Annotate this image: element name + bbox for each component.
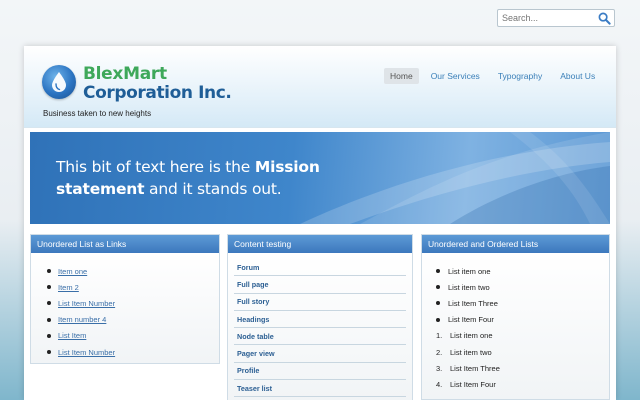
content-link-teaser-list[interactable]: Teaser list	[234, 380, 406, 398]
brand-name-line2[interactable]: Corporation Inc.	[83, 83, 232, 103]
nav-our-services[interactable]: Our Services	[425, 68, 486, 84]
item-text: List Item Four	[448, 315, 494, 325]
content-link-full-page[interactable]: Full page	[234, 276, 406, 294]
list-link[interactable]: List Item Number	[58, 299, 115, 308]
main-nav: Home Our Services Typography About Us	[384, 68, 601, 84]
unordered-links-box: Unordered List as Links Item one Item 2 …	[30, 234, 220, 364]
mixed-list: List item one List item two List Item Th…	[422, 253, 609, 393]
link-list: Item one Item 2 List Item Number Item nu…	[31, 253, 219, 360]
nav-typography[interactable]: Typography	[492, 68, 548, 84]
unordered-item: List Item Three	[436, 295, 609, 311]
content-link-pager-view[interactable]: Pager view	[234, 345, 406, 363]
ordered-item: 1. List item one	[436, 328, 609, 344]
list-link[interactable]: List Item	[58, 331, 86, 340]
list-item: List Item Number	[47, 295, 219, 311]
item-text: List item two	[450, 347, 492, 357]
bullet	[47, 350, 51, 355]
item-number: 3.	[436, 363, 443, 373]
bullet	[47, 269, 51, 274]
box-body: List item one List item two List Item Th…	[422, 253, 609, 399]
unordered-item: List item one	[436, 263, 609, 279]
unordered-ordered-lists-box: Unordered and Ordered Lists List item on…	[421, 234, 610, 400]
mission-text-start: This bit of text here is the	[56, 158, 255, 176]
box-title: Unordered List as Links	[31, 235, 219, 253]
content-testing-box: Content testing Forum Full page Full sto…	[227, 234, 413, 400]
tagline: Business taken to new heights	[43, 109, 152, 118]
page-container: BlexMart Corporation Inc. Business taken…	[24, 46, 616, 400]
item-text: List Item Three	[448, 298, 498, 308]
list-link[interactable]: List Item Number	[58, 348, 115, 357]
item-text: List item two	[448, 282, 490, 292]
bullet	[436, 269, 440, 274]
box-body: Item one Item 2 List Item Number Item nu…	[31, 253, 219, 363]
item-text: List Item Three	[450, 363, 500, 373]
list-link[interactable]: Item number 4	[58, 315, 106, 324]
content-link-full-story[interactable]: Full story	[234, 294, 406, 311]
site-header: BlexMart Corporation Inc. Business taken…	[24, 46, 616, 128]
item-text: List Item Four	[450, 379, 496, 389]
ordered-item: 4. List Item Four	[436, 376, 609, 392]
search-input[interactable]	[498, 10, 594, 26]
nav-about-us[interactable]: About Us	[554, 68, 601, 84]
list-link[interactable]: Item 2	[58, 283, 79, 292]
bullet	[436, 301, 440, 306]
content-link-forum[interactable]: Forum	[234, 259, 406, 277]
nav-home[interactable]: Home	[384, 68, 419, 84]
bullet	[47, 317, 51, 322]
brand-name-line1[interactable]: BlexMart	[83, 64, 167, 84]
box-title: Content testing	[228, 235, 412, 253]
box-title: Unordered and Ordered Lists	[422, 235, 609, 253]
list-item: List Item	[47, 328, 219, 344]
item-number: 4.	[436, 379, 443, 389]
item-text: List item one	[448, 266, 491, 276]
list-item: List Item Number	[47, 344, 219, 360]
list-item: Item number 4	[47, 312, 219, 328]
mission-statement: This bit of text here is the Mission sta…	[56, 156, 356, 200]
ordered-item: 2. List item two	[436, 344, 609, 360]
magnifier-icon[interactable]	[598, 12, 611, 25]
water-drop-icon[interactable]	[42, 65, 76, 99]
bullet	[436, 285, 440, 290]
mission-text-end: and it stands out.	[144, 180, 282, 198]
list-item: Item 2	[47, 279, 219, 295]
bullet	[436, 317, 440, 322]
ordered-item: 3. List Item Three	[436, 360, 609, 376]
bullet	[47, 301, 51, 306]
item-text: List item one	[450, 331, 493, 341]
bullet	[47, 285, 51, 290]
bullet	[47, 333, 51, 338]
unordered-item: List item two	[436, 279, 609, 295]
item-number: 1.	[436, 331, 443, 341]
content-link-profile[interactable]: Profile	[234, 363, 406, 381]
list-link[interactable]: Item one	[58, 267, 87, 276]
item-number: 2.	[436, 347, 443, 357]
content-link-headings[interactable]: Headings	[234, 311, 406, 329]
list-item: Item one	[47, 263, 219, 279]
content-link-node-table[interactable]: Node table	[234, 328, 406, 346]
box-body: Forum Full page Full story Headings Node…	[228, 253, 412, 400]
unordered-item: List Item Four	[436, 312, 609, 328]
mission-banner: This bit of text here is the Mission sta…	[30, 132, 610, 224]
search-box[interactable]	[497, 9, 615, 27]
